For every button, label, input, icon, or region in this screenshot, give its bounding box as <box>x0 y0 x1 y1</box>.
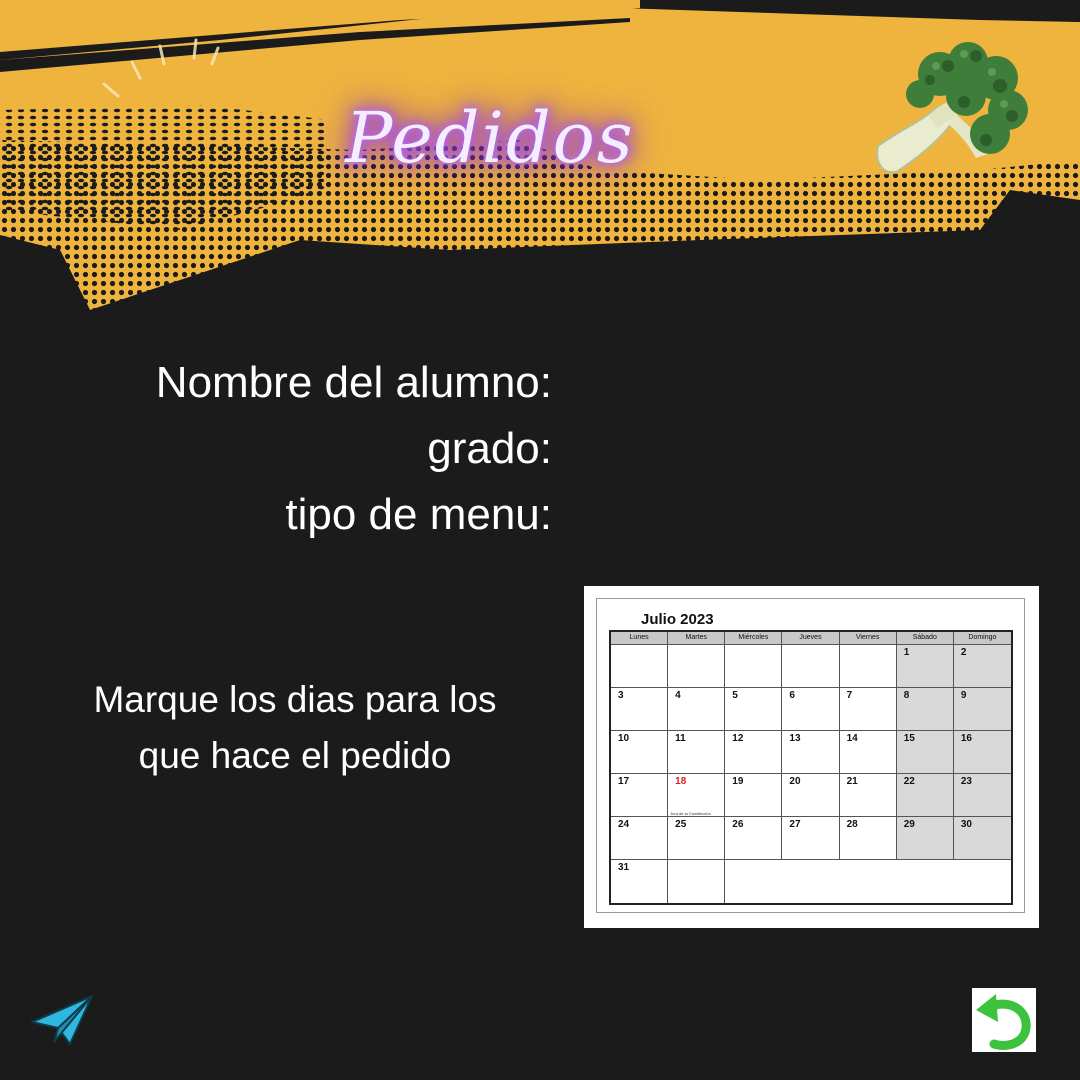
calendar-day-cell[interactable]: 5 <box>725 688 783 731</box>
holiday-note: Jura de la Constitución <box>670 811 711 816</box>
day-number: 30 <box>960 819 972 830</box>
paper-plane-icon[interactable] <box>30 992 94 1048</box>
weekday-header: Sábado <box>896 632 954 645</box>
weekday-header: Domingo <box>953 632 1011 645</box>
day-number: 5 <box>732 690 738 701</box>
instruction-line-2: que hace el pedido <box>138 735 452 776</box>
calendar-day-cell[interactable]: 11 <box>668 731 726 774</box>
calendar-day-cell[interactable] <box>668 645 726 688</box>
calendar-day-cell[interactable]: 10 <box>611 731 669 774</box>
calendar-image: Julio 2023 Lunes Martes Miércoles Jueves Vie… <box>584 586 1039 928</box>
calendar-day-cell[interactable]: 17 <box>611 774 669 817</box>
calendar-day-cell[interactable]: 13 <box>782 731 840 774</box>
weekday-header: Miércoles <box>725 632 783 645</box>
day-number: 6 <box>789 690 795 701</box>
student-form: Nombre del alumno: grado: tipo de menu: <box>40 350 552 548</box>
calendar-day-cell[interactable]: 16 <box>953 731 1011 774</box>
calendar-day-cell[interactable] <box>839 645 897 688</box>
calendar-day-cell[interactable] <box>611 645 669 688</box>
day-number: 17 <box>618 776 630 787</box>
day-number: 8 <box>903 690 910 701</box>
calendar-day-cell[interactable]: 30 <box>953 817 1011 860</box>
day-number: 24 <box>618 819 630 830</box>
calendar-day-cell[interactable]: 1 <box>896 645 954 688</box>
calendar-day-cell[interactable]: 14 <box>839 731 897 774</box>
day-number: 21 <box>846 776 858 787</box>
calendar-day-cell[interactable]: 18 Jura de la Constitución <box>668 774 726 817</box>
calendar-day-cell[interactable]: 26 <box>725 817 783 860</box>
back-button[interactable] <box>972 988 1036 1052</box>
grade-label: grado: <box>427 424 552 473</box>
day-number: 25 <box>675 819 687 830</box>
broccoli-icon <box>876 42 1028 174</box>
calendar-day-cell[interactable]: 15 <box>896 731 954 774</box>
calendar-day-cell[interactable]: 12 <box>725 731 783 774</box>
calendar-day-cell[interactable]: 7 <box>839 688 897 731</box>
calendar-empty-area <box>725 860 1011 903</box>
weekday-header: Viernes <box>839 632 897 645</box>
day-number: 28 <box>846 819 858 830</box>
day-number: 3 <box>618 690 624 701</box>
day-number: 29 <box>903 819 915 830</box>
day-number: 19 <box>732 776 744 787</box>
undo-arrow-icon <box>976 994 1031 1050</box>
calendar-day-cell[interactable] <box>725 645 783 688</box>
calendar-day-cell[interactable] <box>668 860 726 903</box>
weekday-header: Lunes <box>611 632 669 645</box>
calendar-grid: Lunes Martes Miércoles Jueves Viernes Sábado D… <box>609 630 1013 905</box>
day-number: 2 <box>960 647 967 658</box>
day-number: 11 <box>675 733 686 744</box>
calendar-day-cell[interactable]: 29 <box>896 817 954 860</box>
day-number: 20 <box>789 776 801 787</box>
calendar-day-cell[interactable]: 20 <box>782 774 840 817</box>
calendar-day-cell[interactable]: 25 <box>668 817 726 860</box>
menu-type-label: tipo de menu: <box>285 490 552 539</box>
calendar-day-cell[interactable]: 31 <box>611 860 669 903</box>
day-number: 22 <box>903 776 915 787</box>
calendar-day-cell[interactable]: 3 <box>611 688 669 731</box>
calendar-day-cell[interactable]: 4 <box>668 688 726 731</box>
day-number: 12 <box>732 733 744 744</box>
calendar-day-cell[interactable]: 6 <box>782 688 840 731</box>
instruction-line-1: Marque los dias para los <box>93 679 497 720</box>
page-title: Pedidos <box>345 97 635 179</box>
calendar-day-cell[interactable]: 19 <box>725 774 783 817</box>
calendar-day-cell[interactable]: 21 <box>839 774 897 817</box>
day-number: 10 <box>618 733 630 744</box>
weekday-header: Jueves <box>782 632 840 645</box>
calendar-day-cell[interactable] <box>782 645 840 688</box>
day-number: 9 <box>960 690 967 701</box>
day-number: 23 <box>960 776 972 787</box>
weekday-header: Martes <box>668 632 726 645</box>
day-number: 13 <box>789 733 801 744</box>
day-number: 1 <box>903 647 910 658</box>
calendar-day-cell[interactable]: 9 <box>953 688 1011 731</box>
day-number: 27 <box>789 819 801 830</box>
calendar-day-cell[interactable]: 8 <box>896 688 954 731</box>
day-number: 18 <box>675 776 687 787</box>
student-name-label: Nombre del alumno: <box>155 358 552 407</box>
day-number: 15 <box>903 733 915 744</box>
day-number: 31 <box>618 862 630 873</box>
calendar-day-cell[interactable]: 2 <box>953 645 1011 688</box>
calendar-day-cell[interactable]: 24 <box>611 817 669 860</box>
calendar-day-cell[interactable]: 28 <box>839 817 897 860</box>
day-number: 14 <box>846 733 858 744</box>
day-number: 7 <box>846 690 853 701</box>
calendar-day-cell[interactable]: 23 <box>953 774 1011 817</box>
day-number: 26 <box>732 819 744 830</box>
calendar-day-cell[interactable]: 27 <box>782 817 840 860</box>
day-number: 16 <box>960 733 972 744</box>
calendar-title: Julio 2023 <box>641 611 714 628</box>
day-number: 4 <box>675 690 681 701</box>
calendar-day-cell[interactable]: 22 <box>896 774 954 817</box>
order-instruction: Marque los dias para los que hace el ped… <box>30 672 560 784</box>
